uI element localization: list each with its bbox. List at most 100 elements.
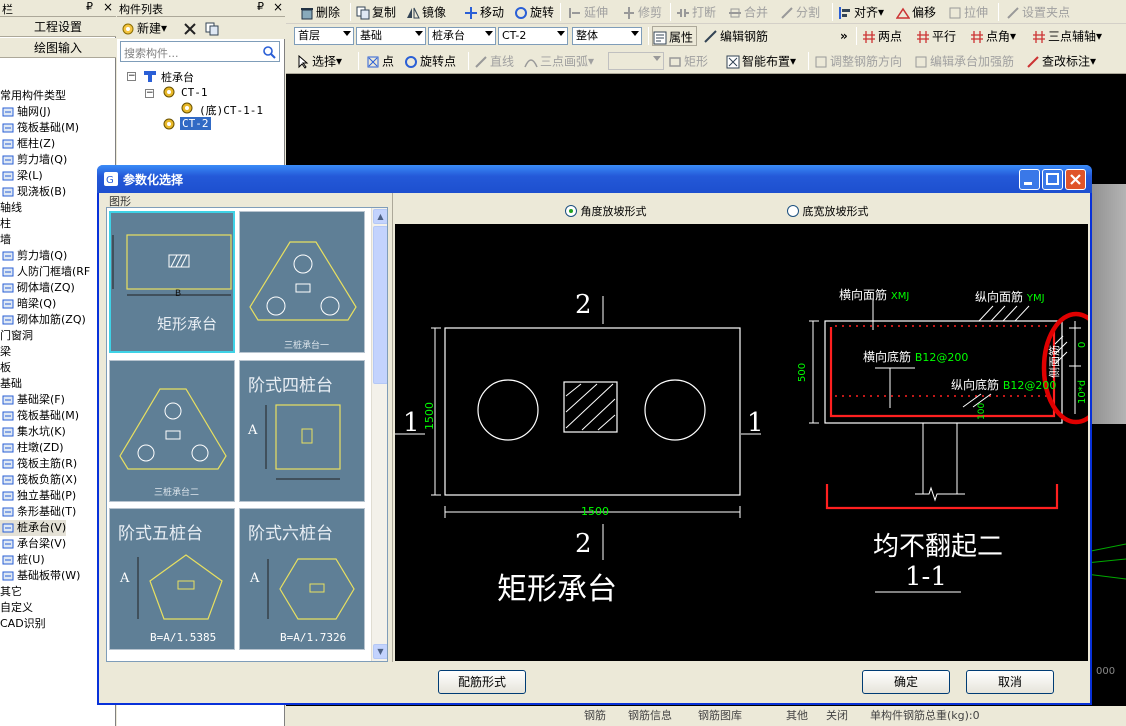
- tree-item-component-type[interactable]: 独立基础(P): [0, 488, 76, 504]
- tree-item-component-type[interactable]: 其它: [0, 584, 22, 600]
- ok-button[interactable]: 确定: [862, 670, 950, 694]
- close-icon[interactable]: ×: [103, 0, 113, 14]
- tree-item-component-type[interactable]: 现浇板(B): [0, 184, 66, 200]
- break-button[interactable]: 打断: [676, 2, 716, 22]
- thumb-stepped-five[interactable]: 阶式五桩台 A B=A/1.5385: [109, 508, 235, 650]
- two-points-button[interactable]: 两点: [862, 26, 902, 46]
- point-button[interactable]: 点: [366, 51, 394, 71]
- tree-item-ct1-bottom[interactable]: (底)CT-1-1: [199, 102, 263, 118]
- close-button[interactable]: [1065, 169, 1086, 190]
- status-item[interactable]: 其他: [786, 706, 808, 726]
- three-point-arc-button[interactable]: 三点画弧▾: [524, 51, 594, 71]
- tree-item-component-type[interactable]: 梁(L): [0, 168, 43, 184]
- delete-component-button[interactable]: [183, 18, 199, 38]
- tree-item-component-type[interactable]: 筏板基础(M): [0, 408, 79, 424]
- tree-item-component-type[interactable]: 常用构件类型: [0, 88, 66, 104]
- tree-item-component-type[interactable]: 暗梁(Q): [0, 296, 56, 312]
- tree-item-component-type[interactable]: 筏板主筋(R): [0, 456, 77, 472]
- edit-rebar-button[interactable]: 编辑钢筋: [704, 26, 768, 46]
- stretch-button[interactable]: 拉伸: [948, 2, 988, 22]
- tree-item-component-type[interactable]: 承台梁(V): [0, 536, 66, 552]
- tree-item-component-type[interactable]: 梁: [0, 344, 11, 360]
- scroll-thumb[interactable]: [373, 226, 387, 384]
- move-button[interactable]: 移动: [464, 2, 504, 22]
- cancel-button[interactable]: 取消: [966, 670, 1054, 694]
- tree-item-component-type[interactable]: 墙: [0, 232, 11, 248]
- status-item[interactable]: 钢筋: [584, 706, 606, 726]
- three-point-aux-button[interactable]: 三点辅轴▾: [1032, 26, 1102, 46]
- thumb-stepped-six[interactable]: 阶式六桩台 A B=A/1.7326: [239, 508, 365, 650]
- tree-item-component-type[interactable]: 剪力墙(Q): [0, 248, 67, 264]
- tree-item-component-type[interactable]: 桩(U): [0, 552, 45, 568]
- tree-item-component-type[interactable]: 基础梁(F): [0, 392, 65, 408]
- adjust-rebar-direction-button[interactable]: 调整钢筋方向: [814, 51, 902, 71]
- tab-project-settings[interactable]: 工程设置: [0, 17, 116, 37]
- pin-icon[interactable]: ₽: [86, 0, 93, 13]
- tree-item-component-type[interactable]: 桩承台(V): [0, 520, 67, 536]
- tree-expander[interactable]: −: [127, 72, 136, 81]
- new-button[interactable]: 新建▾: [121, 18, 167, 38]
- minimize-button[interactable]: [1019, 169, 1040, 190]
- radio-angle-slope[interactable]: 角度放坡形式: [565, 203, 647, 219]
- tab-drawing-input[interactable]: 绘图输入: [0, 38, 116, 58]
- extend-button[interactable]: 延伸: [568, 2, 608, 22]
- tree-item-component-type[interactable]: 砌体加筋(ZQ): [0, 312, 86, 328]
- component-select[interactable]: CT-2: [498, 27, 568, 45]
- tree-item-component-type[interactable]: 门窗洞: [0, 328, 33, 344]
- rotate-point-button[interactable]: 旋转点: [404, 51, 456, 71]
- category-select[interactable]: 基础: [356, 27, 426, 45]
- dialog-title-bar[interactable]: G 参数化选择: [97, 165, 1092, 193]
- tree-item-component-type[interactable]: 框柱(Z): [0, 136, 55, 152]
- tree-item-component-type[interactable]: 基础: [0, 376, 22, 392]
- align-button[interactable]: 对齐▾: [838, 2, 884, 22]
- tree-item-component-type[interactable]: 人防门框墙(RF: [0, 264, 90, 280]
- radio-bottom-width-slope[interactable]: 底宽放坡形式: [787, 203, 869, 219]
- edit-reinforce-button[interactable]: 编辑承台加强筋: [914, 51, 1014, 71]
- line-button[interactable]: 直线: [474, 51, 514, 71]
- thumb-rect-cap[interactable]: 矩形承台 B: [109, 211, 235, 353]
- rotate-button[interactable]: 旋转: [514, 2, 554, 22]
- attribute-button[interactable]: 属性: [652, 26, 698, 46]
- split-button[interactable]: 分割: [780, 2, 820, 22]
- tree-expander[interactable]: −: [145, 89, 154, 98]
- rect-button[interactable]: 矩形: [668, 51, 708, 71]
- status-item[interactable]: 钢筋图库: [698, 706, 742, 726]
- rebar-form-button[interactable]: 配筋形式: [438, 670, 526, 694]
- tree-item-component-type[interactable]: 砌体墙(ZQ): [0, 280, 75, 296]
- tree-item-component-type[interactable]: 轴网(J): [0, 104, 51, 120]
- tree-item-component-type[interactable]: CAD识别: [0, 616, 46, 632]
- tree-item-component-type[interactable]: 剪力墙(Q): [0, 152, 67, 168]
- tree-item-component-type[interactable]: 柱: [0, 216, 11, 232]
- tree-item-component-type[interactable]: 基础板带(W): [0, 568, 80, 584]
- set-grip-button[interactable]: 设置夹点: [1006, 2, 1070, 22]
- parallel-button[interactable]: 平行: [916, 26, 956, 46]
- floor-select[interactable]: 首层: [294, 27, 354, 45]
- tree-root-label[interactable]: 桩承台: [161, 69, 194, 85]
- thumb-three-pile-2[interactable]: 三桩承台二: [109, 360, 235, 502]
- pin-icon[interactable]: ₽: [257, 0, 264, 13]
- tree-item-ct2[interactable]: CT-2: [180, 117, 211, 130]
- type-select[interactable]: 桩承台: [428, 27, 496, 45]
- close-icon[interactable]: ×: [273, 0, 283, 14]
- mirror-button[interactable]: 镜像: [406, 2, 446, 22]
- smart-layout-button[interactable]: 智能布置▾: [726, 51, 796, 71]
- scroll-up-button[interactable]: ▲: [373, 209, 387, 224]
- tree-item-component-type[interactable]: 柱墩(ZD): [0, 440, 64, 456]
- tree-item-component-type[interactable]: 自定义: [0, 600, 33, 616]
- point-angle-button[interactable]: 点角▾: [970, 26, 1016, 46]
- trim-button[interactable]: 修剪: [622, 2, 662, 22]
- toolbar-overflow-button[interactable]: »: [840, 26, 848, 46]
- tree-item-component-type[interactable]: 筏板负筋(X): [0, 472, 77, 488]
- arc-mode-select[interactable]: [608, 52, 664, 70]
- thumb-three-pile-1[interactable]: 三桩承台一: [239, 211, 365, 353]
- search-icon[interactable]: [262, 45, 276, 59]
- select-button[interactable]: 选择▾: [296, 51, 342, 71]
- search-input[interactable]: 搜索构件...: [120, 41, 280, 62]
- delete-button[interactable]: 删除: [300, 2, 340, 22]
- status-item[interactable]: 钢筋信息: [628, 706, 672, 726]
- maximize-button[interactable]: [1042, 169, 1063, 190]
- offset-button[interactable]: 偏移: [896, 2, 936, 22]
- tree-item-ct1[interactable]: CT-1: [181, 86, 208, 99]
- copy-component-button[interactable]: [205, 18, 221, 38]
- copy-button[interactable]: 复制: [356, 2, 396, 22]
